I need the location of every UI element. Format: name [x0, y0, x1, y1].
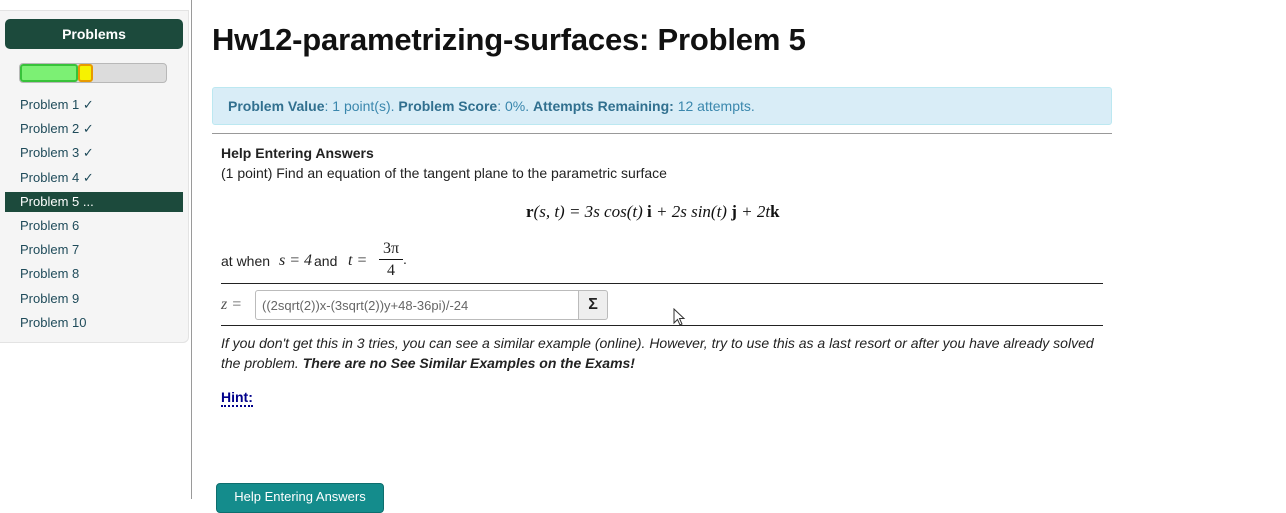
similar-example-note: If you don't get this in 3 tries, you ca…	[221, 333, 1111, 373]
attempts-remaining-label: Attempts Remaining:	[533, 98, 674, 114]
problem-statement: (1 point) Find an equation of the tangen…	[221, 165, 667, 181]
sidebar-item-problem-6[interactable]: Problem 6	[5, 216, 183, 236]
progress-current-segment	[78, 64, 93, 82]
problem-value-text: : 1 point(s).	[324, 98, 399, 114]
mouse-cursor-icon	[673, 308, 686, 326]
formula-lhs: r	[526, 202, 534, 221]
formula-term2: + 2s sin(t)	[651, 202, 732, 221]
help-entering-answers-button[interactable]: Help Entering Answers	[216, 483, 384, 513]
sidebar-item-problem-10[interactable]: Problem 10	[5, 313, 183, 333]
fraction-denominator: 4	[387, 262, 395, 279]
sidebar-item-problem-9[interactable]: Problem 9	[5, 289, 183, 309]
fraction-numerator: 3π	[379, 239, 403, 260]
parametric-formula: r(s, t) = 3s cos(t) i + 2s sin(t) j + 2t…	[526, 202, 780, 222]
period: .	[403, 251, 407, 267]
sidebar-item-problem-1[interactable]: Problem 1 ✓	[5, 95, 183, 115]
problem-value-label: Problem Value	[228, 98, 325, 114]
sidebar-item-problem-4[interactable]: Problem 4 ✓	[5, 168, 183, 188]
sidebar-item-problem-3[interactable]: Problem 3 ✓	[5, 143, 183, 163]
t-equals: t =	[348, 252, 368, 269]
problem-info-box: Problem Value: 1 point(s). Problem Score…	[212, 87, 1112, 125]
formula-term1: s cos(t)	[593, 202, 648, 221]
divider	[212, 133, 1112, 134]
formula-args: (s, t) = 3	[533, 202, 594, 221]
answer-label: z =	[221, 296, 243, 313]
page-title: Hw12-parametrizing-surfaces: Problem 5	[212, 22, 806, 57]
sidebar-title: Problems	[5, 19, 183, 49]
hint-link[interactable]: Hint:	[221, 389, 253, 407]
progress-bar	[19, 63, 167, 83]
answer-divider-bottom	[221, 325, 1103, 326]
and-text: and	[314, 253, 338, 269]
note-emphasis: There are no See Similar Examples on the…	[302, 355, 635, 371]
problem-score-text: : 0%.	[497, 98, 534, 114]
progress-correct-segment	[20, 64, 79, 82]
equation-editor-button[interactable]: Σ	[578, 290, 608, 320]
sidebar-item-problem-8[interactable]: Problem 8	[5, 264, 183, 284]
sidebar-item-problem-7[interactable]: Problem 7	[5, 240, 183, 260]
sidebar-item-problem-2[interactable]: Problem 2 ✓	[5, 119, 183, 139]
help-heading: Help Entering Answers	[221, 145, 374, 161]
problems-sidebar: Problems Problem 1 ✓ Problem 2 ✓ Problem 3…	[0, 10, 189, 343]
attempts-remaining-text: 12 attempts.	[673, 98, 755, 114]
sidebar-divider	[191, 0, 192, 499]
formula-k: k	[770, 202, 780, 221]
s-value: s = 4	[279, 252, 313, 269]
answer-input[interactable]	[255, 290, 579, 320]
sidebar-item-problem-5[interactable]: Problem 5 ...	[5, 191, 183, 212]
t-value-fraction: 3π 4	[379, 239, 403, 282]
formula-term3: + 2t	[736, 202, 771, 221]
problem-score-label: Problem Score	[398, 98, 498, 114]
answer-divider-top	[221, 283, 1103, 284]
problem-list: Problem 1 ✓ Problem 2 ✓ Problem 3 ✓ Problem…	[5, 95, 183, 337]
at-when-prefix: at when	[221, 253, 271, 269]
